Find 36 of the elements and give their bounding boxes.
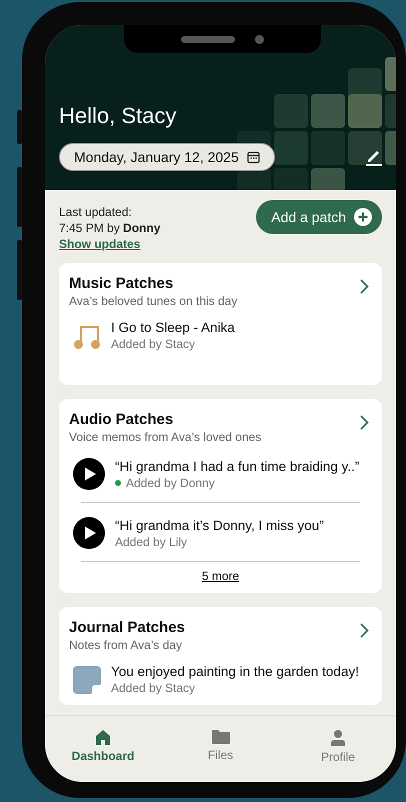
patch-author: Added by Lily bbox=[115, 534, 188, 548]
card-subtitle: Voice memos from Ava’s loved ones bbox=[69, 430, 262, 444]
edit-icon[interactable] bbox=[366, 148, 382, 166]
greeting: Hello, Stacy bbox=[59, 103, 176, 129]
nav-tab[interactable]: Profile bbox=[298, 716, 378, 782]
chevron-right-icon[interactable] bbox=[360, 415, 369, 430]
more-link[interactable]: 5 more bbox=[69, 562, 372, 583]
home-icon bbox=[96, 730, 110, 745]
nav-tab[interactable]: Files bbox=[180, 716, 260, 782]
last-updated-time: 7:45 PM by Donny bbox=[59, 220, 160, 236]
nav-tab[interactable]: Dashboard bbox=[63, 716, 143, 782]
card-title: Audio Patches bbox=[69, 411, 174, 428]
calendar-icon bbox=[246, 150, 260, 164]
play-icon[interactable] bbox=[73, 458, 105, 490]
note-icon bbox=[73, 666, 101, 694]
folder-icon bbox=[212, 730, 230, 744]
play-icon[interactable] bbox=[73, 517, 105, 549]
card-title: Journal Patches bbox=[69, 619, 185, 636]
patch-author: Added by Stacy bbox=[111, 681, 196, 695]
add-patch-button[interactable]: Add a patch bbox=[256, 200, 382, 234]
patch-title[interactable]: I Go to Sleep - Anika bbox=[111, 320, 235, 335]
card-subtitle: Ava’s beloved tunes on this day bbox=[69, 294, 238, 308]
patch-title[interactable]: “Hi grandma I had a fun time braiding y..” bbox=[115, 458, 360, 474]
card-title: Music Patches bbox=[69, 275, 174, 292]
patch-title[interactable]: You enjoyed painting in the garden today! bbox=[111, 664, 359, 679]
patch-author: Added by Stacy bbox=[111, 337, 196, 351]
last-updated-label: Last updated: bbox=[59, 204, 133, 220]
patch-author: Added by Donny bbox=[126, 476, 215, 490]
plus-icon bbox=[354, 208, 372, 226]
patch-title[interactable]: “Hi grandma it’s Donny, I miss you” bbox=[115, 518, 324, 532]
show-updates-link[interactable]: Show updates bbox=[59, 236, 160, 253]
chevron-right-icon[interactable] bbox=[360, 279, 369, 294]
chevron-right-icon[interactable] bbox=[360, 623, 369, 638]
person-icon bbox=[331, 730, 345, 746]
date-picker[interactable]: Monday, January 12, 2025 bbox=[59, 143, 275, 171]
card-subtitle: Notes from Ava’s day bbox=[69, 638, 183, 652]
